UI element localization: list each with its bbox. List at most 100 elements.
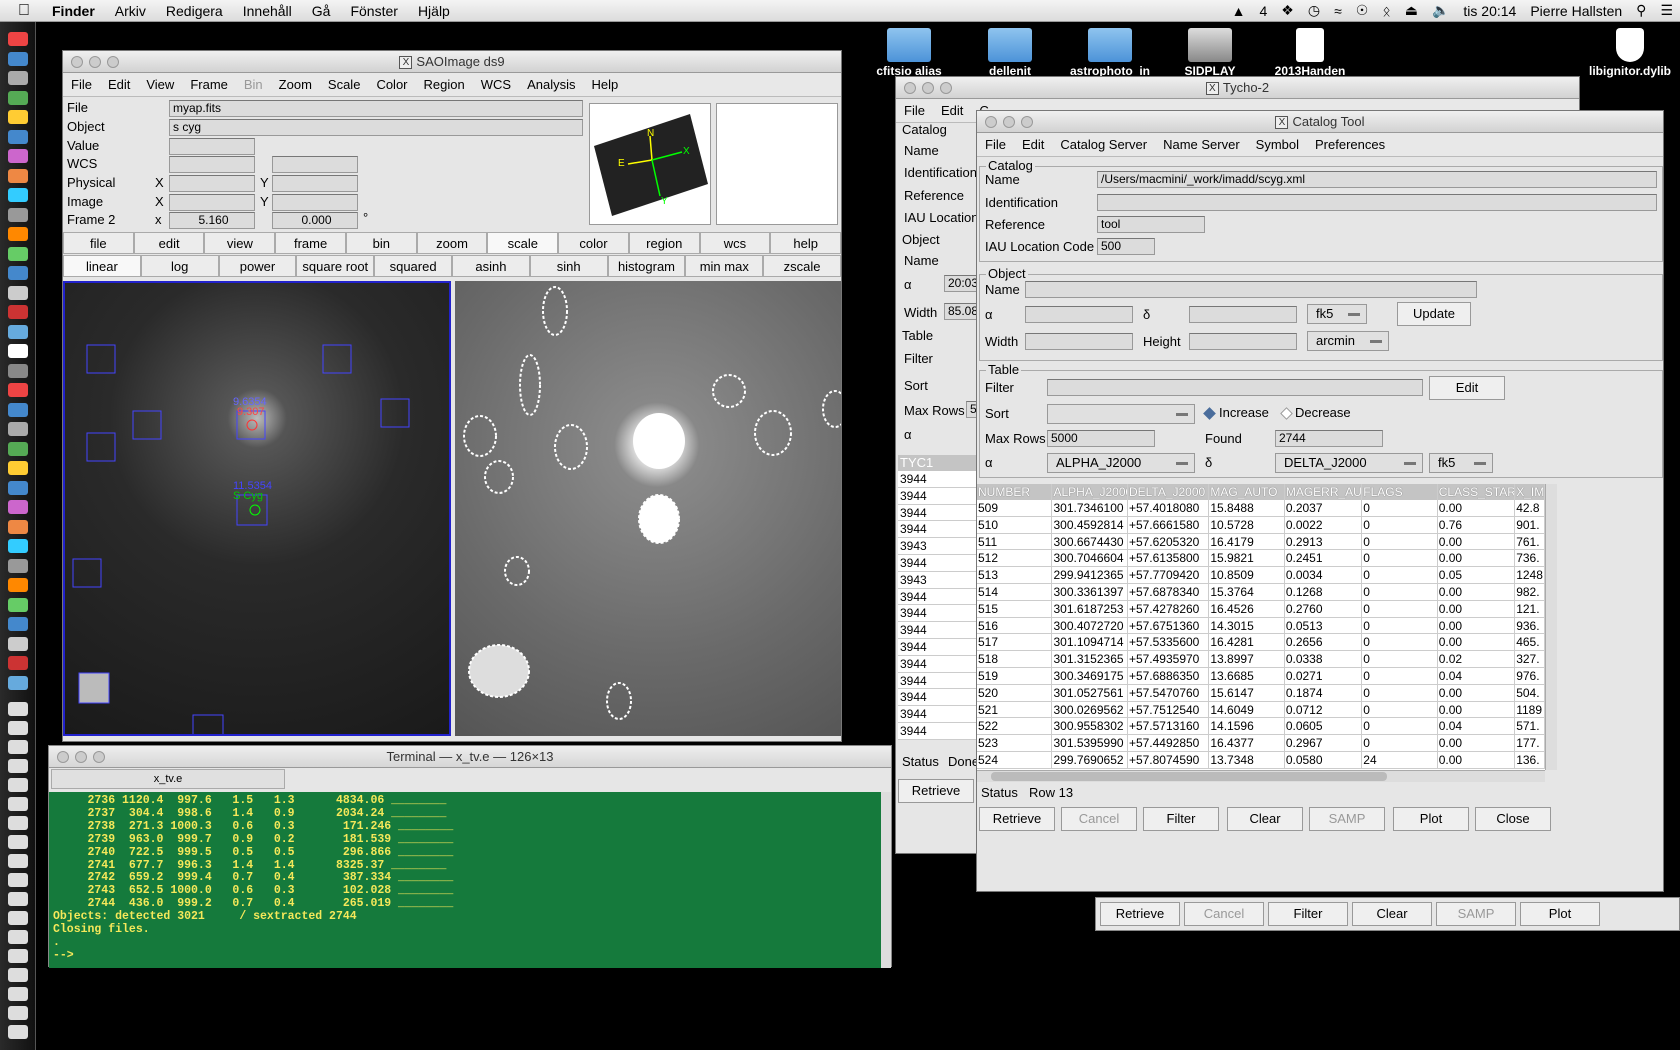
- tycho-col-header[interactable]: TYC1: [898, 455, 978, 471]
- apple-icon[interactable]: : [0, 2, 42, 20]
- minimize-button[interactable]: [75, 751, 87, 763]
- dock-app-icon[interactable]: [8, 675, 28, 690]
- table-row[interactable]: 523 301.5395990 +57.4492850 16.4377 0.2967 0 0…: [977, 735, 1545, 752]
- unit-dropdown[interactable]: arcmin: [1307, 331, 1389, 351]
- volume-icon[interactable]: 🔈: [1425, 2, 1456, 19]
- zoom-button[interactable]: [1021, 116, 1033, 128]
- tycho-menu-edit[interactable]: Edit: [933, 103, 971, 118]
- btn-frame[interactable]: frame: [275, 232, 346, 254]
- clear-button[interactable]: Clear: [1227, 807, 1303, 831]
- ds9-menu-frame[interactable]: Frame: [182, 77, 236, 92]
- btn-sinh[interactable]: sinh: [529, 255, 608, 277]
- btn-square-root[interactable]: square root: [296, 255, 375, 277]
- desktop-icon-libignitor[interactable]: libignitor.dylib: [1580, 28, 1680, 78]
- menu-redigera[interactable]: Redigera: [156, 3, 233, 19]
- tycho-row[interactable]: 3944: [898, 622, 978, 639]
- close-button[interactable]: [57, 751, 69, 763]
- dock-app-icon[interactable]: [8, 266, 28, 280]
- terminal-titlebar[interactable]: Terminal — x_tv.e — 126×13: [49, 746, 891, 768]
- dock-app-icon[interactable]: [8, 441, 28, 456]
- tycho-row[interactable]: 3944: [898, 723, 978, 740]
- col-header[interactable]: NUMBER: [977, 484, 1053, 500]
- ds9-menu-region[interactable]: Region: [416, 77, 473, 92]
- catalog-menu-symbol[interactable]: Symbol: [1248, 137, 1307, 152]
- table-row[interactable]: 518 301.3152365 +57.4935970 13.8997 0.0338 0 0…: [977, 651, 1545, 668]
- tycho-row[interactable]: 3944: [898, 706, 978, 723]
- btn-zoom[interactable]: zoom: [416, 232, 488, 254]
- filter-field[interactable]: [1047, 379, 1423, 396]
- ds9-menu-help[interactable]: Help: [583, 77, 626, 92]
- tycho-row[interactable]: 3944: [898, 656, 978, 673]
- menu-ga[interactable]: Gå: [302, 3, 341, 19]
- btn-view[interactable]: view: [204, 232, 276, 254]
- btn-zscale[interactable]: zscale: [763, 255, 841, 277]
- dock-app-icon[interactable]: [8, 90, 28, 105]
- behind-plot-button[interactable]: Plot: [1520, 902, 1600, 926]
- table-row[interactable]: 515 301.6187253 +57.4278260 16.4526 0.2760 0 0…: [977, 600, 1545, 618]
- samp-button[interactable]: SAMP: [1309, 807, 1385, 831]
- tycho-row[interactable]: 3944: [898, 589, 978, 606]
- ident-field[interactable]: [1097, 194, 1657, 211]
- dock-document-icon[interactable]: [8, 740, 28, 754]
- dock-document-icon[interactable]: [8, 987, 28, 1001]
- table-row[interactable]: 510 300.4592814 +57.6661580 10.5728 0.0022 0 0…: [977, 516, 1545, 534]
- btn-scale[interactable]: scale: [487, 232, 559, 254]
- dock-app-icon[interactable]: [8, 617, 28, 631]
- catalog-menu-file[interactable]: File: [977, 137, 1014, 152]
- zoom-button[interactable]: [107, 56, 119, 68]
- dock-document-icon[interactable]: [8, 835, 28, 849]
- btn-bin[interactable]: bin: [345, 232, 417, 254]
- ds9-menu-zoom[interactable]: Zoom: [271, 77, 320, 92]
- btn-file[interactable]: file: [63, 232, 134, 254]
- behind-retrieve-button[interactable]: Retrieve: [1100, 902, 1180, 926]
- alpha-field[interactable]: [1025, 306, 1133, 323]
- terminal-output[interactable]: 2736 1120.4 997.6 1.5 1.3 4834.06 ______…: [49, 792, 881, 968]
- btn-help[interactable]: help: [770, 232, 841, 254]
- dock-app-icon[interactable]: [8, 168, 28, 183]
- dock-app-icon[interactable]: [8, 656, 28, 670]
- height-field[interactable]: [1189, 333, 1297, 350]
- behind-clear-button[interactable]: Clear: [1352, 902, 1432, 926]
- btn-log[interactable]: log: [140, 255, 219, 277]
- dock-app-icon[interactable]: [8, 344, 28, 358]
- delta-field[interactable]: [1189, 306, 1297, 323]
- ds9-titlebar[interactable]: X SAOImage ds9: [63, 51, 841, 73]
- bluetooth-icon[interactable]: ᛟ: [1375, 3, 1397, 19]
- maxrows-field[interactable]: 5000: [1047, 430, 1155, 447]
- dock-app-icon[interactable]: [8, 71, 28, 85]
- catalog-menu-edit[interactable]: Edit: [1014, 137, 1052, 152]
- table-row[interactable]: 512 300.7046604 +57.6135800 15.9821 0.2451 0 0…: [977, 550, 1545, 568]
- dock-app-icon[interactable]: [8, 305, 28, 319]
- btn-asinh[interactable]: asinh: [451, 255, 530, 277]
- ds9-menu-color[interactable]: Color: [368, 77, 415, 92]
- system2-dropdown[interactable]: fk5: [1429, 453, 1493, 473]
- dock-app-icon[interactable]: [8, 32, 28, 46]
- close-button[interactable]: [71, 56, 83, 68]
- dock-app-icon[interactable]: [8, 480, 28, 495]
- dock-document-icon[interactable]: [8, 759, 28, 773]
- dock-document-icon[interactable]: [8, 873, 28, 887]
- dock-app-icon[interactable]: [8, 558, 28, 573]
- desktop-icon-dellenit[interactable]: dellenit: [965, 28, 1055, 78]
- menu-app[interactable]: Finder: [42, 3, 105, 19]
- image-frame-1[interactable]: 9.6354 9.307 11.5354 S Cyg: [63, 281, 451, 741]
- ds9-menu-analysis[interactable]: Analysis: [519, 77, 583, 92]
- table-row[interactable]: 513 299.9412365 +57.7709420 10.8509 0.0034 0 0…: [977, 567, 1545, 584]
- behind-cancel-button[interactable]: Cancel: [1184, 902, 1264, 926]
- alpha-col-dropdown[interactable]: ALPHA_J2000: [1047, 453, 1195, 473]
- table-row[interactable]: 524 299.7690652 +57.8074590 13.7348 0.0580 24…: [977, 751, 1545, 769]
- plot-button[interactable]: Plot: [1393, 807, 1469, 831]
- desktop-icon-sidplay[interactable]: SIDPLAY: [1165, 28, 1255, 78]
- dock-app-icon[interactable]: [8, 383, 28, 397]
- update-button[interactable]: Update: [1397, 302, 1471, 326]
- tycho-row[interactable]: 3943: [898, 538, 978, 555]
- table-row[interactable]: 519 300.3469175 +57.6886350 13.6685 0.0271 0 0…: [977, 667, 1545, 685]
- tycho-row[interactable]: 3944: [898, 605, 978, 623]
- desktop-icon-2013handen[interactable]: 2013Handen: [1265, 28, 1355, 78]
- table-row[interactable]: 514 300.3361397 +57.6878340 15.3764 0.1268 0 0…: [977, 583, 1545, 601]
- cancel-button[interactable]: Cancel: [1061, 807, 1137, 831]
- user-name[interactable]: Pierre Hallsten: [1523, 3, 1629, 19]
- dock-app-icon[interactable]: [8, 324, 28, 339]
- dock-document-icon[interactable]: [8, 778, 28, 792]
- tycho-row[interactable]: 3944: [898, 689, 978, 707]
